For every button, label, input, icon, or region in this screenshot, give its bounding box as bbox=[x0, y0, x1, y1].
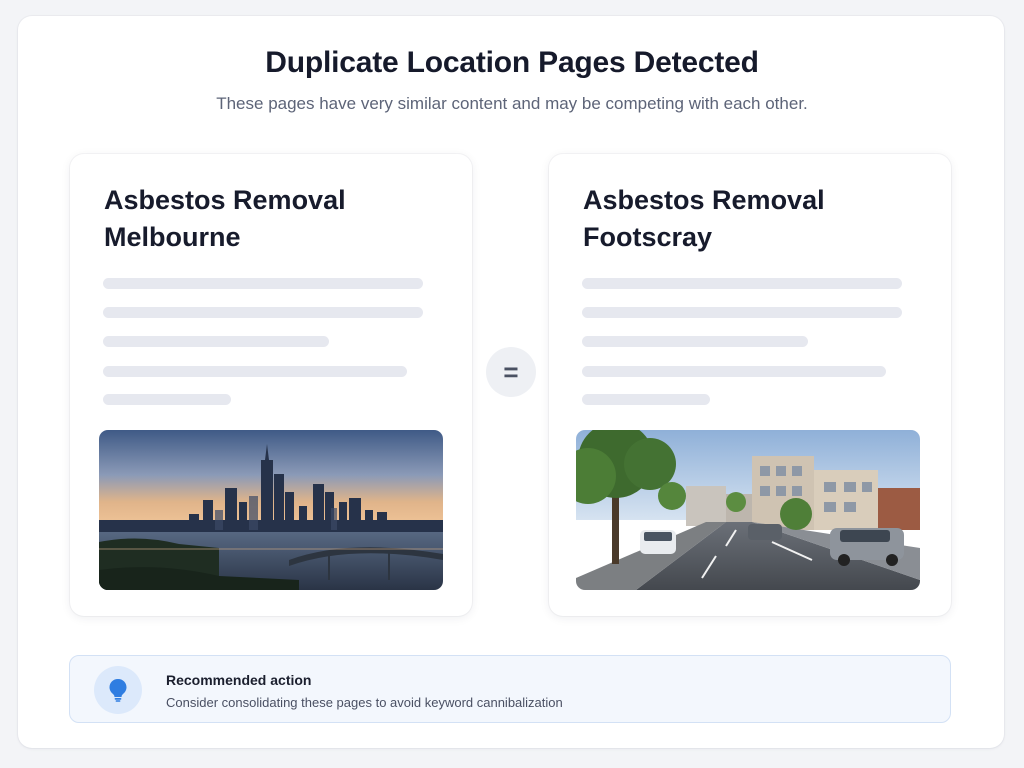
page-card-title: Asbestos Removal Footscray bbox=[583, 182, 913, 256]
page-title: Duplicate Location Pages Detected bbox=[265, 46, 759, 79]
content-placeholder-line bbox=[103, 394, 231, 405]
page-card-footscray[interactable]: Asbestos Removal Footscray bbox=[549, 154, 951, 616]
lightbulb-icon bbox=[94, 666, 142, 714]
equals-icon: = bbox=[486, 347, 536, 397]
page-subtitle: These pages have very similar content an… bbox=[216, 94, 808, 113]
content-placeholder-line bbox=[582, 366, 886, 377]
content-placeholder-line bbox=[582, 307, 902, 318]
content-placeholder-line bbox=[582, 336, 808, 347]
page-card-title-line1: Asbestos Removal bbox=[104, 185, 346, 215]
page-card-title-line2: Melbourne bbox=[104, 222, 241, 252]
page-card-title-line1: Asbestos Removal bbox=[583, 185, 825, 215]
page-card-title-line2: Footscray bbox=[583, 222, 713, 252]
recommendation-text: Consider consolidating these pages to av… bbox=[166, 695, 563, 710]
content-placeholder-line bbox=[103, 278, 423, 289]
content-placeholder-line bbox=[103, 307, 423, 318]
recommendation-title: Recommended action bbox=[166, 672, 312, 688]
city-skyline-image bbox=[99, 430, 443, 590]
content-placeholder-line bbox=[103, 366, 407, 377]
content-placeholder-line bbox=[582, 394, 710, 405]
content-placeholder-line bbox=[582, 278, 902, 289]
page-card-melbourne[interactable]: Asbestos Removal Melbourne bbox=[70, 154, 472, 616]
recommendation-banner: Recommended action Consider consolidatin… bbox=[69, 655, 951, 723]
content-placeholder-line bbox=[103, 336, 329, 347]
page-card-title: Asbestos Removal Melbourne bbox=[104, 182, 434, 256]
suburban-street-image bbox=[576, 430, 920, 590]
